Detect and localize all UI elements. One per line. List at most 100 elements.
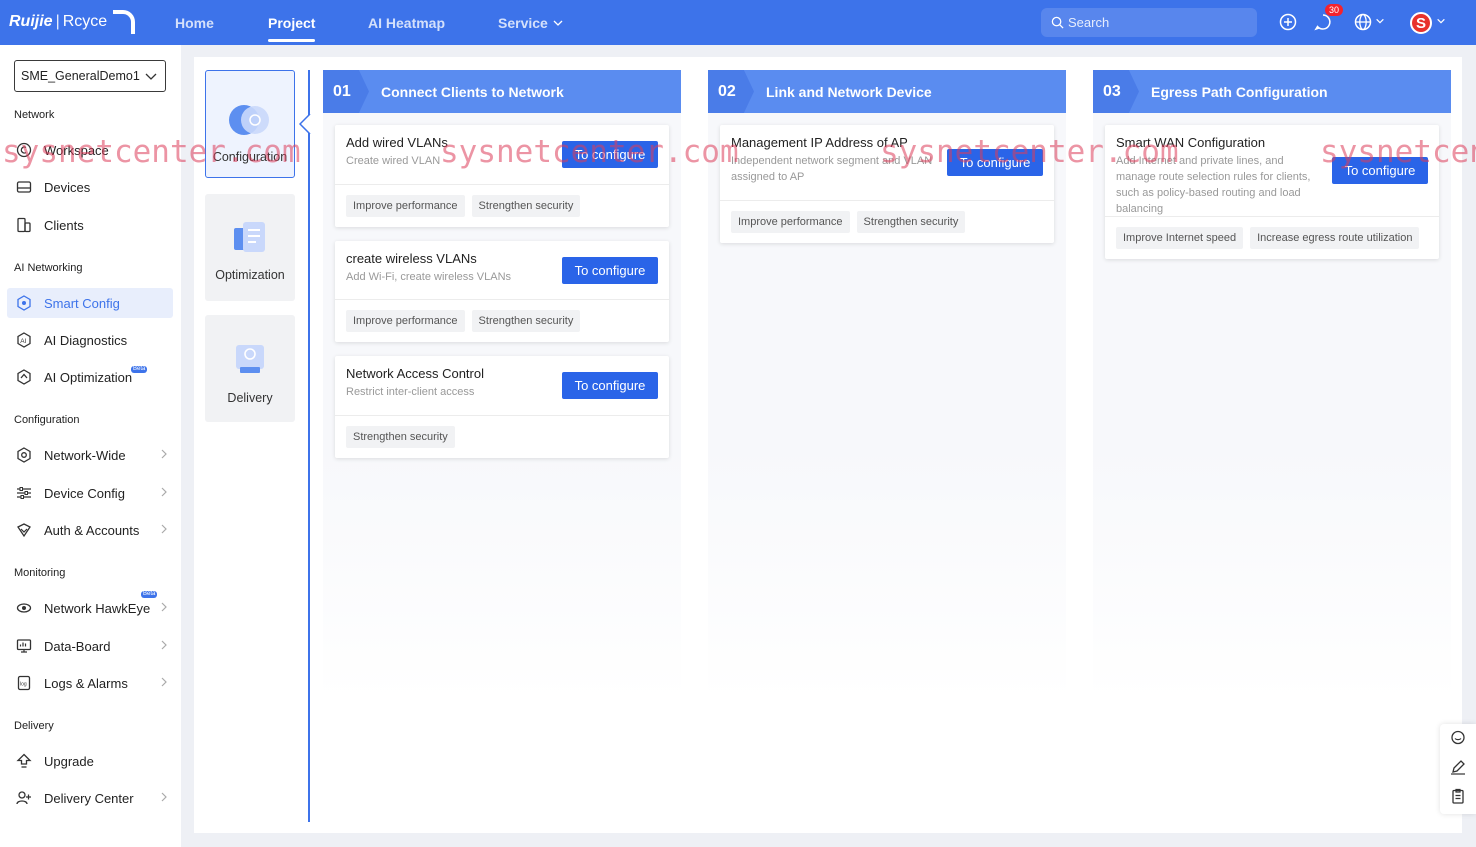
- chevron-right-icon: [161, 487, 167, 497]
- main-panel: Configuration Optimization Delivery 01 C…: [194, 57, 1462, 833]
- tag: Improve Internet speed: [1116, 227, 1244, 249]
- project-select[interactable]: SME_GeneralDemo1: [14, 60, 166, 92]
- sidebar-item-ai-optimization[interactable]: AI Optimization Beta: [7, 362, 173, 392]
- add-circle-icon[interactable]: [1278, 12, 1298, 32]
- sidebar-item-upgrade[interactable]: Upgrade: [7, 746, 173, 776]
- clipboard-icon[interactable]: [1450, 788, 1466, 804]
- floating-toolbar: [1440, 724, 1476, 814]
- sidebar-item-workspace[interactable]: Workspace: [7, 135, 173, 165]
- tag: Improve performance: [731, 211, 850, 233]
- nav-home[interactable]: Home: [175, 0, 214, 45]
- step-configuration[interactable]: Configuration: [205, 70, 295, 178]
- chevron-right-icon: [161, 792, 167, 802]
- globe-icon[interactable]: [1353, 12, 1373, 32]
- to-configure-button[interactable]: To configure: [562, 141, 658, 168]
- card-network-access-control: Network Access Control Restrict inter-cl…: [335, 356, 669, 458]
- sidebar-item-devices[interactable]: Devices: [7, 172, 173, 202]
- to-configure-button[interactable]: To configure: [947, 149, 1043, 176]
- ruijie-logo[interactable]: Ruijie | Rcyce: [9, 9, 136, 35]
- sidebar-item-logs-alarms[interactable]: log Logs & Alarms: [7, 668, 173, 698]
- section-monitoring: Monitoring: [14, 567, 66, 579]
- svg-text:log: log: [20, 682, 27, 688]
- card-add-wired-vlans: Add wired VLANs Create wired VLAN To con…: [335, 125, 669, 227]
- sidebar-item-data-board[interactable]: Data-Board: [7, 631, 173, 661]
- column-egress-path: 03 Egress Path Configuration Smart WAN C…: [1093, 70, 1451, 700]
- search-input[interactable]: [1068, 15, 1248, 30]
- sidebar-item-smart-config[interactable]: Smart Config: [7, 288, 173, 318]
- section-network: Network: [14, 109, 55, 121]
- clients-icon: [15, 216, 33, 234]
- search-icon: [1051, 16, 1064, 29]
- sidebar-item-delivery-center[interactable]: Delivery Center: [7, 783, 173, 813]
- sidebar-item-network-wide[interactable]: Network-Wide: [7, 440, 173, 470]
- upgrade-icon: [15, 752, 33, 770]
- chevron-right-icon: [161, 640, 167, 650]
- svg-text:AI: AI: [20, 338, 26, 345]
- auth-accounts-icon: [15, 521, 33, 539]
- language-chevron-icon[interactable]: [1375, 16, 1385, 26]
- notification-badge: 30: [1325, 4, 1344, 16]
- ai-diagnostics-icon: AI: [15, 331, 33, 349]
- to-configure-button[interactable]: To configure: [1332, 157, 1428, 184]
- step-pointer-icon: [299, 114, 311, 134]
- configuration-illustration-icon: [229, 105, 269, 135]
- step-optimization[interactable]: Optimization: [205, 194, 295, 301]
- chevron-down-icon: [553, 20, 563, 26]
- section-ai-networking: AI Networking: [14, 262, 83, 274]
- optimization-illustration-icon: [234, 222, 265, 252]
- card-create-wireless-vlans: create wireless VLANs Add Wi-Fi, create …: [335, 241, 669, 342]
- tag: Strengthen security: [346, 426, 455, 448]
- column-header: 02 Link and Network Device: [708, 70, 1066, 113]
- column-title: Egress Path Configuration: [1151, 83, 1328, 100]
- card-smart-wan: Smart WAN Configuration Add Internet and…: [1105, 125, 1439, 259]
- avatar[interactable]: S: [1410, 12, 1432, 34]
- top-bar: Ruijie | Rcyce Home Project AI Heatmap Ser…: [0, 0, 1476, 45]
- tag: Strengthen security: [471, 310, 581, 332]
- sidebar-item-clients[interactable]: Clients: [7, 210, 173, 240]
- delivery-illustration-icon: [236, 345, 264, 373]
- sidebar-item-network-hawkeye[interactable]: Network HawkEye Beta: [7, 591, 173, 623]
- tag: Improve performance: [346, 195, 465, 217]
- sidebar-item-device-config[interactable]: Device Config: [7, 478, 173, 508]
- hawkeye-icon: [15, 599, 33, 617]
- section-delivery: Delivery: [14, 720, 54, 732]
- chat-icon[interactable]: [1450, 730, 1466, 746]
- network-wide-icon: [15, 446, 33, 464]
- to-configure-button[interactable]: To configure: [562, 372, 658, 399]
- step-delivery[interactable]: Delivery: [205, 315, 295, 422]
- sidebar-item-ai-diagnostics[interactable]: AI AI Diagnostics: [7, 325, 173, 355]
- smart-config-icon: [15, 294, 33, 312]
- logs-icon: log: [15, 674, 33, 692]
- tag: Increase egress route utilization: [1250, 227, 1420, 249]
- to-configure-button[interactable]: To configure: [562, 257, 658, 284]
- search-box[interactable]: [1041, 8, 1257, 37]
- column-connect-clients: 01 Connect Clients to Network Add wired …: [323, 70, 681, 700]
- step-connector-line: [308, 70, 310, 822]
- card-management-ip: Management IP Address of AP Independent …: [720, 125, 1054, 243]
- chevron-right-icon: [161, 602, 167, 612]
- device-config-icon: [15, 484, 33, 502]
- chevron-right-icon: [161, 677, 167, 687]
- sidebar: SME_GeneralDemo1 Network Workspace Devic…: [0, 45, 181, 847]
- nav-service[interactable]: Service: [498, 0, 564, 45]
- workspace-icon: [15, 141, 33, 159]
- sidebar-item-auth-accounts[interactable]: Auth & Accounts: [7, 515, 173, 545]
- tag: Improve performance: [346, 310, 465, 332]
- column-header: 01 Connect Clients to Network: [323, 70, 681, 113]
- user-chevron-icon[interactable]: [1436, 16, 1446, 26]
- data-board-icon: [15, 637, 33, 655]
- ai-optimization-icon: [15, 368, 33, 386]
- beta-badge: Beta: [131, 366, 148, 373]
- column-link-network-device: 02 Link and Network Device Management IP…: [708, 70, 1066, 700]
- column-title: Link and Network Device: [766, 83, 932, 100]
- nav-ai-heatmap[interactable]: AI Heatmap: [368, 0, 445, 45]
- column-title: Connect Clients to Network: [381, 83, 564, 100]
- beta-badge: Beta: [141, 591, 158, 598]
- section-configuration: Configuration: [14, 414, 80, 426]
- chevron-down-icon: [145, 73, 157, 80]
- nav-project[interactable]: Project: [268, 0, 316, 45]
- chevron-right-icon: [161, 524, 167, 534]
- chevron-right-icon: [161, 449, 167, 459]
- reyee-logo-icon: [113, 10, 136, 34]
- edit-icon[interactable]: [1450, 759, 1466, 775]
